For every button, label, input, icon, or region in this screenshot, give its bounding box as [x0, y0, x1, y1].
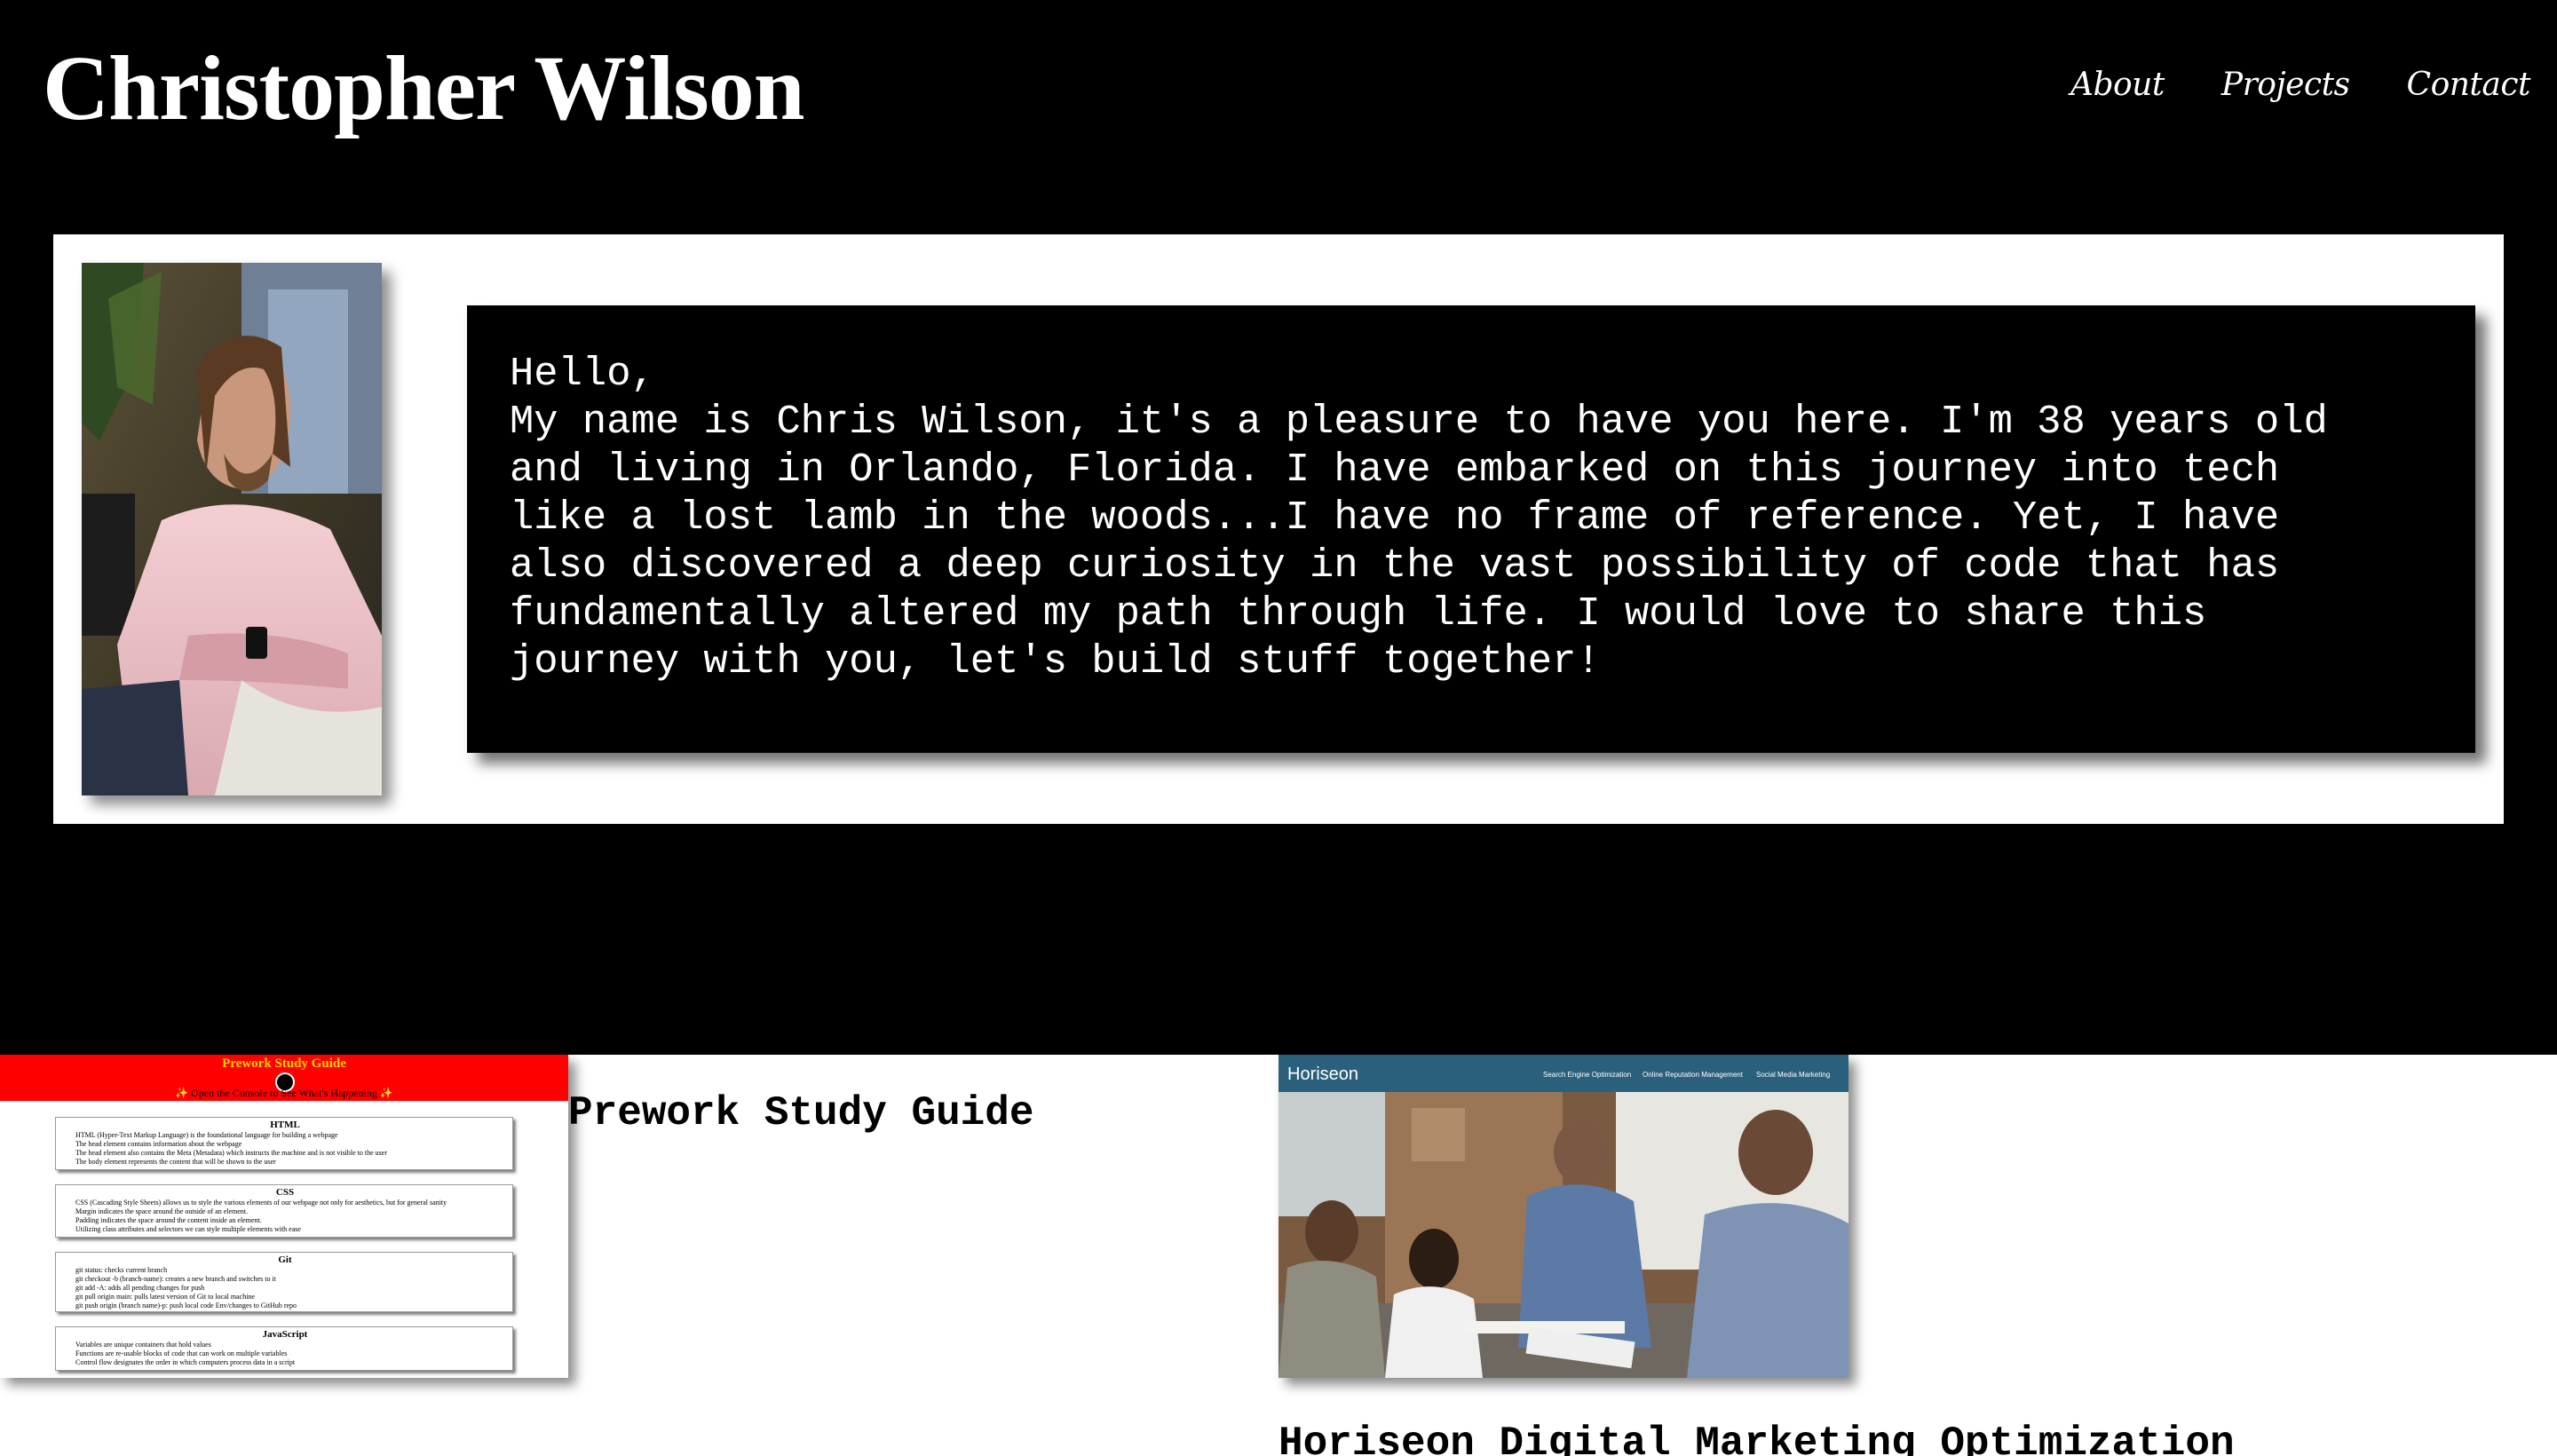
- study-guide-item: Control flow designates the order in whi…: [75, 1358, 505, 1367]
- study-guide-item: git checkout -b (branch-name): creates a…: [75, 1275, 505, 1284]
- study-guide-item: git push origin (branch name)-p: push lo…: [75, 1302, 505, 1310]
- study-guide-item: git add -A: adds all pending changes for…: [75, 1284, 505, 1293]
- nav-link-contact[interactable]: Contact: [2407, 62, 2531, 108]
- study-guide-item: Functions are re-usable blocks of code t…: [75, 1349, 505, 1358]
- study-guide-section-heading: HTML: [270, 1120, 300, 1130]
- study-guide-section-html: HTML HTML (Hyper-Text Markup Language) i…: [55, 1117, 513, 1170]
- nav-link-about[interactable]: About: [2070, 62, 2165, 108]
- horiseon-nav-orm: Online Reputation Management: [1643, 1071, 1744, 1079]
- projects-section: Prework Study Guide ✨ Open the Console t…: [0, 1055, 2557, 1456]
- study-guide-item: git pull origin main: pulls latest versi…: [75, 1293, 505, 1302]
- study-guide-section-heading: Git: [278, 1254, 292, 1265]
- study-guide-item: The head element contains information ab…: [75, 1140, 505, 1149]
- horiseon-brand: Horiseon: [1287, 1064, 1358, 1084]
- study-guide-section-heading: CSS: [275, 1187, 295, 1198]
- site-title: Christopher Wilson: [43, 37, 805, 139]
- bio-text: Hello, My name is Chris Wilson, it's a p…: [510, 351, 2328, 684]
- site-header: Christopher Wilson About Projects Contac…: [0, 0, 2557, 178]
- profile-photo: [82, 263, 382, 795]
- horiseon-nav-smm: Social Media Marketing: [1756, 1071, 1830, 1079]
- study-guide-section-javascript: JavaScript Variables are unique containe…: [55, 1326, 513, 1371]
- study-guide-item: CSS (Cascading Style Sheets) allows us t…: [75, 1199, 505, 1207]
- horiseon-screenshot: Horiseon Search Engine Optimization Onli…: [1278, 1055, 1848, 1378]
- project-title-horiseon[interactable]: Horiseon Digital Marketing Optimization: [1278, 1419, 2235, 1456]
- study-guide-item: Margin indicates the space around the ou…: [75, 1207, 505, 1216]
- project-thumbnail-horiseon[interactable]: Horiseon Search Engine Optimization Onli…: [1278, 1055, 1848, 1378]
- profile-photo-image: [82, 263, 382, 795]
- study-guide-item: HTML (Hyper-Text Markup Language) is the…: [75, 1131, 505, 1140]
- bio-box: Hello, My name is Chris Wilson, it's a p…: [467, 305, 2475, 753]
- study-guide-subtitle: ✨ Open the Console to See What's Happeni…: [175, 1087, 393, 1099]
- project-thumbnail-study-guide[interactable]: Prework Study Guide ✨ Open the Console t…: [0, 1055, 568, 1378]
- study-guide-title: Prework Study Guide: [222, 1056, 346, 1071]
- nav-link-projects[interactable]: Projects: [2221, 62, 2350, 108]
- horiseon-nav-seo: Search Engine Optimization: [1543, 1071, 1631, 1079]
- study-guide-item: Utilizing class attributes and selectors…: [75, 1225, 505, 1234]
- study-guide-item: git status: checks current branch: [75, 1266, 505, 1275]
- study-guide-item: The head element also contains the Meta …: [75, 1149, 505, 1158]
- main-nav: About Projects Contact: [2070, 62, 2531, 108]
- project-title-study-guide[interactable]: Prework Study Guide: [568, 1088, 1034, 1138]
- study-guide-section-css: CSS CSS (Cascading Style Sheets) allows …: [55, 1184, 513, 1238]
- study-guide-section-heading: JavaScript: [262, 1329, 308, 1340]
- study-guide-item: Variables are unique containers that hol…: [75, 1341, 505, 1349]
- study-guide-section-git: Git git status: checks current branch gi…: [55, 1252, 513, 1312]
- about-section: Hello, My name is Chris Wilson, it's a p…: [53, 234, 2504, 824]
- study-guide-item: The body element represents the content …: [75, 1158, 505, 1167]
- study-guide-item: Padding indicates the space around the c…: [75, 1216, 505, 1225]
